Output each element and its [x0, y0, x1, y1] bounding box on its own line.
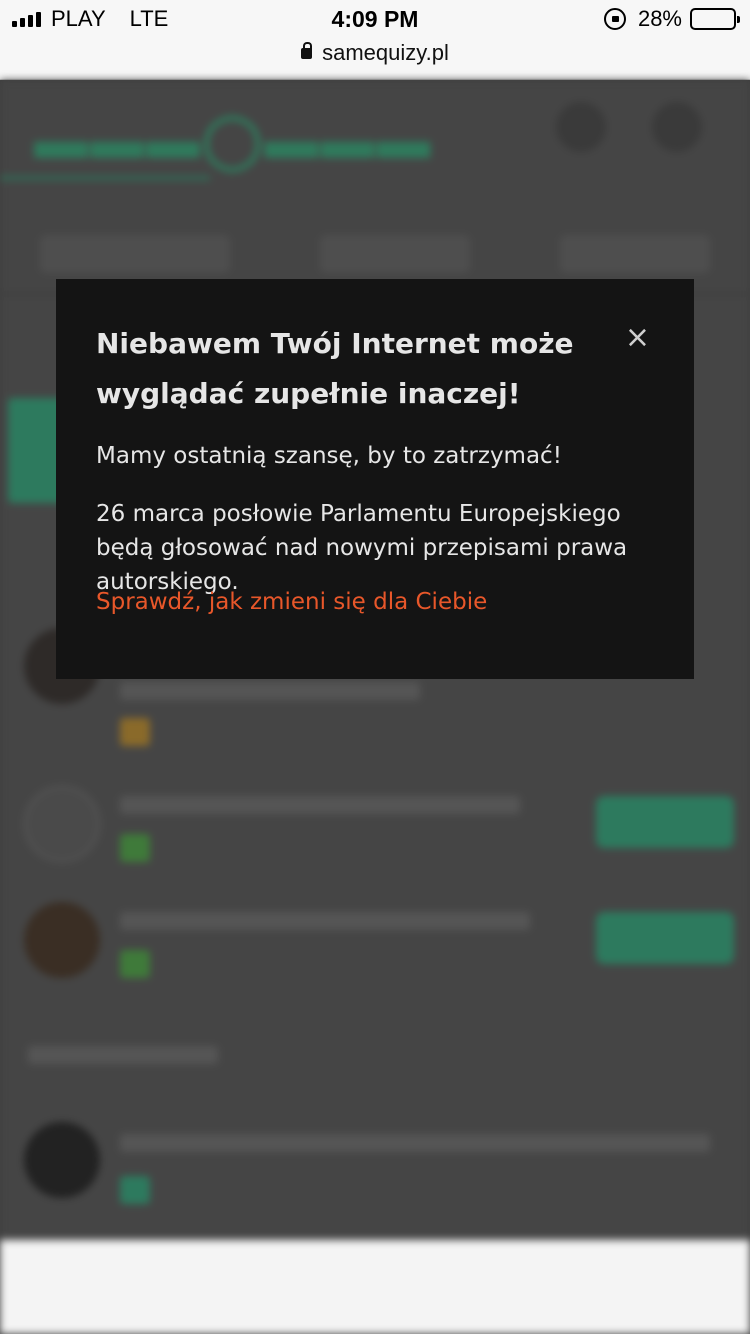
bottom-nav	[0, 1240, 750, 1334]
tab-placeholder	[560, 235, 710, 273]
feed-text	[120, 912, 530, 930]
padlock-icon	[301, 42, 313, 59]
status-bar: PLAY LTE 4:09 PM 28% samequizy.pl	[0, 0, 750, 80]
background-page: ▬▬▬◯▬▬▬	[0, 80, 750, 1334]
feed-text	[120, 682, 420, 700]
modal-paragraph-1: Mamy ostatnią szansę, by to zatrzymać!	[96, 443, 562, 469]
feed-row	[24, 902, 734, 1002]
battery-icon	[690, 8, 740, 30]
battery-percent: 28%	[637, 6, 682, 31]
follow-button	[596, 912, 734, 964]
badge-icon	[120, 1176, 150, 1204]
tab-placeholder	[320, 235, 470, 273]
badge-icon	[120, 950, 150, 978]
site-logo: ▬▬▬◯▬▬▬	[34, 110, 433, 170]
tab-placeholder	[40, 235, 230, 273]
avatar	[24, 1122, 100, 1198]
logo-underline	[0, 176, 210, 180]
badge-icon	[120, 834, 150, 862]
avatar	[24, 902, 100, 978]
modal-title: Niebawem Twój Internet może wyglądać zup…	[96, 327, 574, 410]
feed-row	[24, 786, 734, 886]
modal-paragraph-2: 26 marca posłowie Parlamentu Europejskie…	[96, 501, 628, 595]
feed-text	[120, 796, 520, 814]
status-right: 28%	[603, 6, 740, 32]
feed-text	[120, 1134, 710, 1152]
avatar	[24, 786, 100, 862]
menu-icon	[652, 102, 702, 152]
modal-link[interactable]: Sprawdź, jak zmieni się dla Ciebie	[96, 585, 487, 619]
rotation-lock-icon	[603, 8, 626, 30]
close-icon[interactable]: ×	[625, 323, 650, 353]
search-icon	[556, 102, 606, 152]
url-text: samequizy.pl	[322, 40, 449, 65]
badge-icon	[120, 718, 150, 746]
address-bar[interactable]: samequizy.pl	[0, 40, 750, 66]
section-label	[28, 1046, 218, 1064]
copyright-modal: Niebawem Twój Internet może wyglądać zup…	[56, 279, 694, 679]
follow-button	[596, 796, 734, 848]
feed-row	[24, 1122, 734, 1222]
